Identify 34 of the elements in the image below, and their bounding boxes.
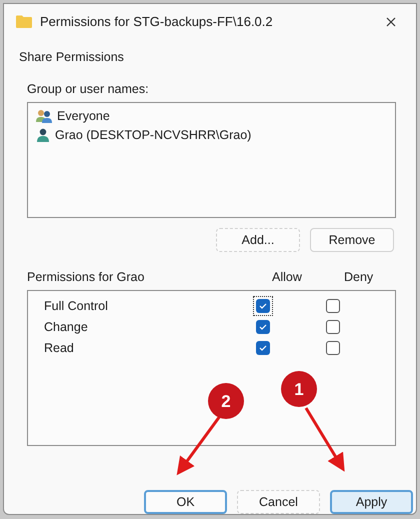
arrow [176, 415, 222, 476]
permission-name: Full Control [43, 298, 109, 315]
user-list[interactable]: Everyone Grao (DESKTOP-NCVSHRR\Grao) [27, 102, 396, 218]
checkbox[interactable] [326, 341, 340, 356]
window-title: Permissions for STG-backups-FF\16.0.2 [40, 13, 273, 32]
checkbox[interactable] [256, 341, 270, 356]
list-item[interactable]: Grao (DESKTOP-NCVSHRR\Grao) [54, 126, 252, 144]
column-header: Allow [272, 268, 303, 286]
permission-name: Read [43, 340, 75, 357]
dialog-button[interactable]: OK [144, 490, 227, 514]
folder-icon [16, 15, 32, 28]
section-title: Share Permissions [19, 48, 125, 66]
dialog-button[interactable]: Cancel [237, 490, 320, 514]
arrow [304, 407, 345, 472]
dialog-button[interactable]: Remove [310, 228, 394, 252]
callout-badge: 1 [281, 371, 317, 407]
checkbox[interactable] [326, 299, 340, 314]
permission-name: Change [43, 318, 89, 336]
permissions-label: Permissions for Grao [27, 268, 146, 286]
list-label: Group or user names: [27, 81, 150, 98]
checkbox[interactable] [326, 320, 340, 334]
checkbox[interactable] [256, 299, 270, 314]
user-icon [36, 128, 50, 142]
column-header: Deny [344, 268, 374, 286]
dialog-button[interactable]: Add... [216, 228, 300, 252]
list-item[interactable]: Everyone [56, 106, 111, 126]
checkmark-icon [259, 345, 267, 352]
dialog-button[interactable]: Apply [330, 490, 413, 514]
checkbox[interactable] [256, 320, 270, 334]
checkmark-icon [259, 303, 267, 310]
close-icon[interactable] [386, 16, 396, 27]
users-icon [36, 109, 52, 124]
callout-badge: 2 [208, 383, 244, 419]
checkmark-icon [259, 324, 267, 330]
